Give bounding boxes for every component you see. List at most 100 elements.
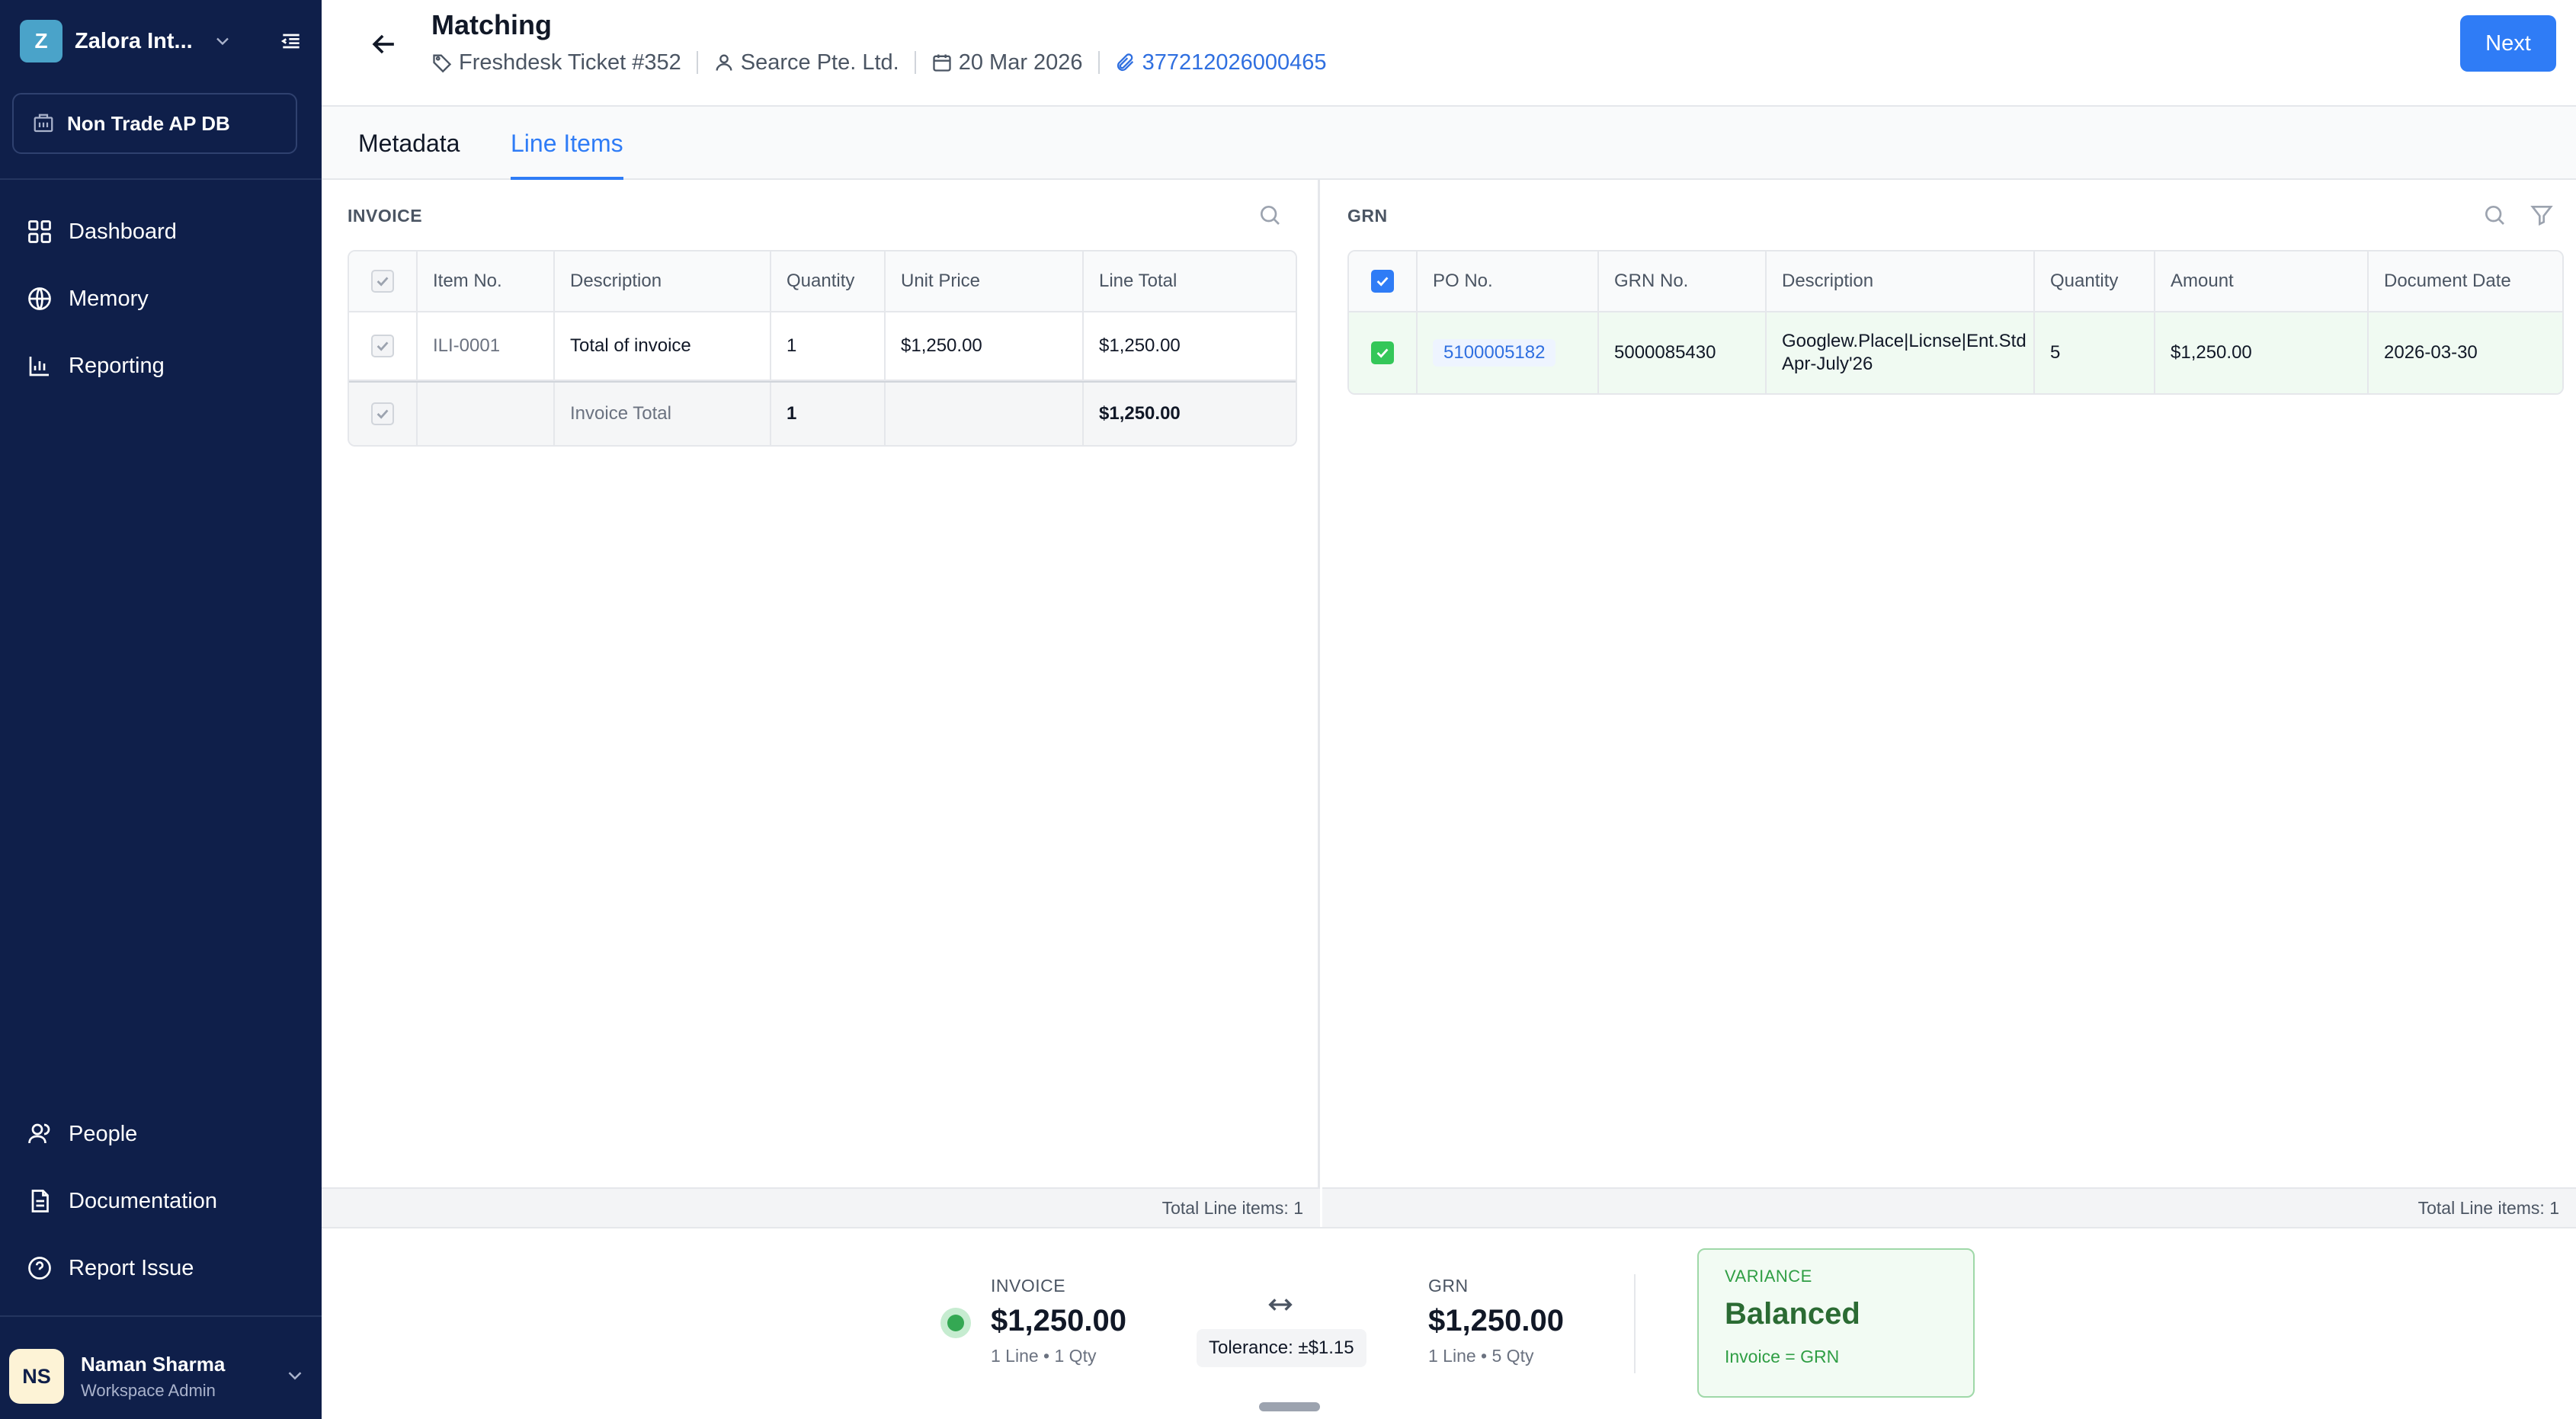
- nav-item-people[interactable]: People: [26, 1111, 137, 1157]
- total-select-cell: [349, 383, 418, 445]
- tag-icon: [433, 54, 452, 73]
- page-title: Matching: [431, 9, 552, 40]
- column-header: Line Total: [1099, 271, 1177, 291]
- grn-panel: GRN PO No. GRN No. Description Quantity …: [1322, 180, 2576, 1227]
- description-line: Googlew.Place|Licnse|Ent.Std: [1782, 331, 2027, 351]
- documentation-icon: [31, 1190, 49, 1212]
- variance-card: VARIANCE Balanced Invoice = GRN: [1697, 1248, 1975, 1398]
- invoice-panel: INVOICE Item No. Description Quantity Un…: [322, 180, 1320, 1227]
- grn-summary-amount: $1,250.00: [1428, 1304, 1564, 1337]
- meta-separator: [914, 51, 916, 74]
- row-checkbox[interactable]: [1371, 341, 1394, 364]
- date-label: 20 Mar 2026: [958, 50, 1083, 75]
- column-header: Unit Price: [886, 251, 1084, 311]
- po-number-link[interactable]: 5100005182: [1433, 339, 1556, 367]
- quantity-cell: 1: [771, 312, 886, 380]
- unit-price-cell: $1,250.00: [886, 312, 1084, 380]
- user-name: Naman Sharma: [81, 1352, 226, 1376]
- tab-line-items[interactable]: Line Items: [511, 130, 623, 180]
- check-icon: [376, 341, 389, 351]
- database-label: Non Trade AP DB: [67, 111, 230, 135]
- tab-bar: Metadata Line Items: [322, 107, 2576, 180]
- check-icon: [376, 277, 389, 287]
- nav-label: People: [69, 1121, 138, 1146]
- attachment-label[interactable]: 377212026000465: [1142, 50, 1327, 75]
- tab-metadata[interactable]: Metadata: [358, 130, 460, 180]
- sidebar-collapse-icon[interactable]: [279, 29, 303, 53]
- search-icon[interactable]: [2482, 203, 2507, 227]
- grn-panel-label: GRN: [1347, 206, 1388, 226]
- invoice-total-row: Invoice Total 1 $1,250.00: [349, 381, 1296, 445]
- nav-label: Dashboard: [69, 219, 177, 244]
- column-header: PO No.: [1418, 251, 1599, 311]
- row-select-cell: [1349, 312, 1418, 393]
- chevron-down-icon[interactable]: [212, 30, 233, 52]
- user-menu[interactable]: NS Naman Sharma Workspace Admin: [9, 1346, 312, 1407]
- nav-item-memory[interactable]: Memory: [26, 276, 149, 322]
- search-icon[interactable]: [1258, 203, 1282, 227]
- nav-item-dashboard[interactable]: Dashboard: [26, 209, 177, 255]
- column-header: GRN No.: [1599, 251, 1767, 311]
- dashboard-icon: [28, 220, 51, 243]
- nav-label: Memory: [69, 286, 149, 311]
- variance-label: VARIANCE: [1725, 1267, 1812, 1286]
- invoice-summary-label: INVOICE: [991, 1276, 1066, 1296]
- invoice-summary-detail: 1 Line • 1 Qty: [991, 1346, 1097, 1366]
- reporting-icon: [29, 357, 49, 376]
- match-status-indicator: [940, 1308, 971, 1338]
- next-button[interactable]: Next: [2460, 15, 2556, 72]
- people-icon: [28, 1123, 50, 1144]
- description-cell: Total of invoice: [555, 312, 771, 380]
- invoice-summary-amount: $1,250.00: [991, 1304, 1126, 1337]
- select-all-cell: [349, 251, 418, 311]
- workspace-switcher[interactable]: Z Zalora Int...: [20, 20, 302, 62]
- page-header: Matching Freshdesk Ticket #352 Searce Pt…: [322, 0, 2576, 107]
- filter-icon[interactable]: [2530, 203, 2554, 227]
- user-icon: [716, 54, 732, 71]
- ticket-label: Freshdesk Ticket #352: [459, 50, 681, 75]
- chevron-down-icon[interactable]: [284, 1364, 306, 1387]
- nav-item-documentation[interactable]: Documentation: [26, 1178, 217, 1224]
- table-row[interactable]: ILI-0001 Total of invoice 1 $1,250.00 $1…: [349, 312, 1296, 381]
- meta-separator: [1097, 51, 1100, 74]
- nav-label: Report Issue: [69, 1255, 194, 1280]
- paperclip-icon: [1117, 53, 1133, 72]
- nav-item-report-issue[interactable]: Report Issue: [26, 1245, 194, 1291]
- vendor-meta: Searce Pte. Ltd.: [713, 50, 899, 75]
- building-icon: [34, 114, 53, 133]
- check-icon: [376, 409, 389, 419]
- select-all-checkbox[interactable]: [1371, 270, 1394, 293]
- sidebar: Z Zalora Int... Non Trade AP DB Dashboar…: [0, 0, 322, 1419]
- line-total-cell: $1,250.00: [1099, 335, 1181, 356]
- check-icon: [1376, 348, 1389, 358]
- invoice-total-label: Invoice Total: [555, 383, 771, 445]
- table-row[interactable]: 5100005182 5000085430 Googlew.Place|Licn…: [1349, 312, 2562, 393]
- header-meta: Freshdesk Ticket #352 Searce Pte. Ltd. 2…: [431, 47, 1327, 78]
- invoice-total-quantity: 1: [771, 383, 886, 445]
- nav-item-reporting[interactable]: Reporting: [26, 343, 165, 389]
- invoice-line-count: Total Line items: 1: [322, 1187, 1320, 1227]
- row-checkbox[interactable]: [371, 335, 394, 357]
- grn-summary-detail: 1 Line • 5 Qty: [1428, 1346, 1534, 1366]
- drag-handle[interactable]: [1259, 1402, 1320, 1411]
- item-no-cell: ILI-0001: [418, 312, 555, 380]
- help-icon: [28, 1257, 51, 1280]
- grn-summary-label: GRN: [1428, 1276, 1469, 1296]
- empty-cell: [418, 383, 555, 445]
- calendar-icon: [933, 54, 951, 72]
- workspace-name: Zalora Int...: [75, 28, 193, 53]
- quantity-cell: 5: [2035, 312, 2155, 393]
- document-date-cell: 2026-03-30: [2384, 342, 2478, 363]
- select-all-cell: [1349, 251, 1418, 311]
- database-selector[interactable]: Non Trade AP DB: [12, 93, 297, 154]
- user-role: Workspace Admin: [81, 1380, 216, 1400]
- back-arrow-icon[interactable]: [367, 27, 401, 61]
- po-no-cell: 5100005182: [1418, 312, 1599, 393]
- select-all-checkbox[interactable]: [371, 270, 394, 293]
- matching-summary: INVOICE $1,250.00 1 Line • 1 Qty Toleran…: [322, 1227, 2576, 1419]
- nav-label: Reporting: [69, 353, 165, 378]
- variance-status: Balanced: [1725, 1297, 1860, 1331]
- variance-detail: Invoice = GRN: [1725, 1347, 1840, 1366]
- column-header: Description: [555, 251, 771, 311]
- attachment-link[interactable]: 377212026000465: [1115, 50, 1327, 75]
